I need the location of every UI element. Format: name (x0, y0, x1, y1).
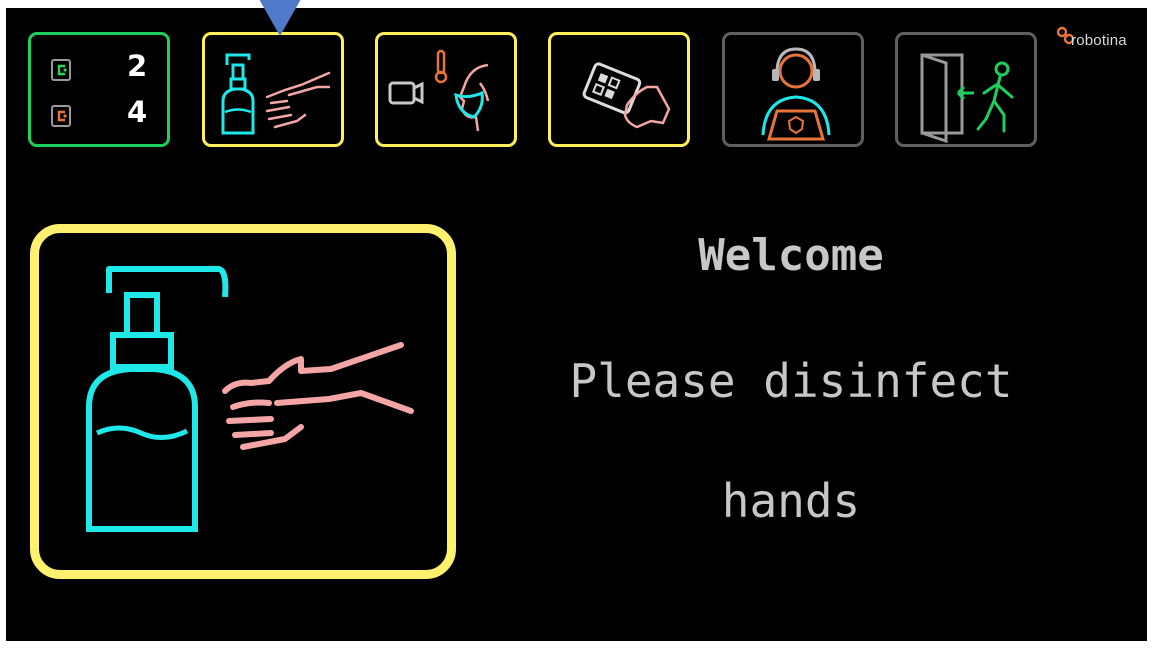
counter-row-first: 2 (49, 49, 159, 87)
brand-name: robotina (1071, 32, 1127, 49)
step-temperature-mask[interactable] (375, 32, 517, 147)
counter-row-second: 4 (49, 95, 159, 133)
step-exit[interactable] (895, 32, 1037, 147)
occupancy-counter: 2 4 (28, 32, 170, 147)
step-ticket-scan[interactable] (548, 32, 690, 147)
brand-logo: robotina (1057, 26, 1143, 54)
current-step-marker (255, 0, 305, 36)
step-disinfect-hands[interactable] (202, 32, 344, 147)
step-operator-assistance[interactable] (722, 32, 864, 147)
instruction-line-2: hands (721, 474, 861, 528)
counter-value-second: 4 (127, 95, 148, 129)
kiosk-screen: 2 4 robotina Welcome Please disinfect ha… (6, 8, 1147, 641)
welcome-heading: Welcome (698, 230, 884, 281)
instruction-line-1: Please disinfect (569, 354, 1013, 408)
counter-value-first: 2 (127, 49, 148, 83)
hero-illustration (30, 224, 456, 579)
